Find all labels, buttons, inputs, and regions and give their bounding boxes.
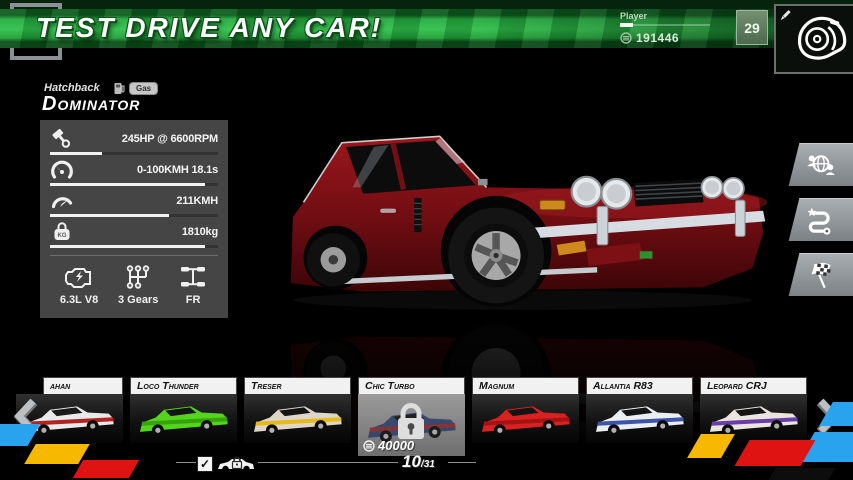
credits-value: 191446	[636, 31, 679, 45]
locked-car-filter-icon	[216, 455, 256, 472]
car-name-label: Leopard CRJ	[700, 377, 807, 394]
svg-text:KG: KG	[58, 233, 67, 239]
decor-yellow-left	[24, 444, 90, 464]
stat-weight-value: 1810kg	[80, 226, 218, 238]
car-counter-current: 10	[402, 452, 421, 472]
show-locked-cars-toggle[interactable]: ✓	[197, 455, 256, 472]
car-thumbnail	[244, 394, 351, 443]
coin-icon	[363, 440, 375, 452]
car-thumbnail: 40000	[358, 394, 465, 456]
spec-drivetrain-label: FR	[186, 294, 201, 306]
route-icon	[804, 205, 836, 235]
car-name-label: Allantia R83	[586, 377, 693, 394]
car-name-label: ahan	[43, 377, 123, 394]
promo-banner-title: TEST DRIVE ANY CAR!	[36, 12, 382, 44]
stat-row-power: 245HP @ 6600RPM	[50, 125, 218, 156]
car-card-selected[interactable]: Chic Turbo	[358, 377, 465, 456]
gearbox-icon	[124, 264, 152, 290]
car-name-label: Loco Thunder	[130, 377, 237, 394]
car-counter: 10 /31	[402, 452, 435, 472]
weight-icon: KG	[50, 220, 74, 244]
car-card[interactable]: Magnum	[472, 377, 579, 443]
stat-top-speed-value: 211KMH	[80, 195, 218, 207]
stat-acceleration-bar	[50, 183, 205, 186]
car-card[interactable]: Loco Thunder	[130, 377, 237, 443]
price-value: 40000	[378, 438, 414, 453]
spec-gearbox: 3 Gears	[118, 264, 158, 306]
checkmark-icon: ✓	[200, 458, 210, 470]
showcase-car	[278, 130, 778, 315]
show-locked-checkbox[interactable]: ✓	[197, 456, 213, 472]
price-row: 40000	[363, 438, 414, 453]
player-name-label: Player	[620, 11, 720, 21]
race-flag-button[interactable]	[789, 253, 853, 296]
engine-icon	[63, 264, 95, 290]
stat-weight-bar	[50, 245, 205, 248]
multiplayer-globe-icon	[804, 150, 838, 180]
stat-acceleration-value: 0-100KMH 18.1s	[80, 164, 218, 176]
vehicle-name: Dominator	[42, 93, 140, 116]
multiplayer-button[interactable]	[789, 143, 853, 186]
edit-pencil-icon	[778, 8, 793, 23]
car-name-label: Treser	[244, 377, 351, 394]
car-card[interactable]: Treser	[244, 377, 351, 443]
stat-power-bar	[50, 152, 102, 155]
speedometer-icon	[50, 189, 74, 213]
stat-top-speed-bar	[50, 214, 169, 217]
career-route-button[interactable]	[789, 198, 853, 241]
xp-progress-bar	[620, 24, 710, 26]
car-thumbnail	[130, 394, 237, 443]
drivetrain-icon	[178, 264, 208, 290]
spec-drivetrain: FR	[178, 264, 208, 306]
decor-black-right	[769, 468, 836, 480]
car-thumbnail	[472, 394, 579, 443]
game-screen: TEST DRIVE ANY CAR! Player 191446 29	[0, 0, 853, 480]
car-name-label: Chic Turbo	[358, 377, 465, 394]
showcase-car-image	[278, 130, 778, 315]
checkered-flag-icon	[804, 259, 836, 291]
coin-icon	[620, 32, 632, 44]
spec-engine: 6.3L V8	[60, 264, 98, 306]
stat-row-weight: KG 1810kg	[50, 218, 218, 249]
car-card[interactable]: Allantia R83	[586, 377, 693, 443]
car-counter-total: /31	[421, 459, 435, 470]
top-strip	[0, 0, 853, 9]
footer-divider	[258, 462, 398, 463]
level-value: 29	[744, 20, 760, 36]
vehicle-stats-panel: 245HP @ 6600RPM 0-100KMH 18.1s 211KMH	[40, 120, 228, 318]
stat-row-acceleration: 0-100KMH 18.1s	[50, 156, 218, 187]
xp-progress-fill	[620, 23, 633, 27]
spec-engine-label: 6.3L V8	[60, 294, 98, 306]
footer-divider	[176, 462, 196, 463]
decor-red-left	[73, 460, 139, 478]
player-info: Player 191446	[620, 11, 720, 45]
footer-divider	[448, 462, 476, 463]
specs-divider	[50, 255, 218, 256]
piston-icon	[50, 127, 74, 151]
level-badge: 29	[736, 10, 768, 45]
car-name-label: Magnum	[472, 377, 579, 394]
acceleration-gauge-icon	[50, 158, 74, 182]
stat-power-value: 245HP @ 6600RPM	[80, 133, 218, 145]
spec-gearbox-label: 3 Gears	[118, 294, 158, 306]
car-thumbnail	[586, 394, 693, 443]
helmet-icon	[793, 12, 851, 70]
profile-helmet-button[interactable]	[774, 4, 853, 74]
stat-row-top-speed: 211KMH	[50, 187, 218, 218]
